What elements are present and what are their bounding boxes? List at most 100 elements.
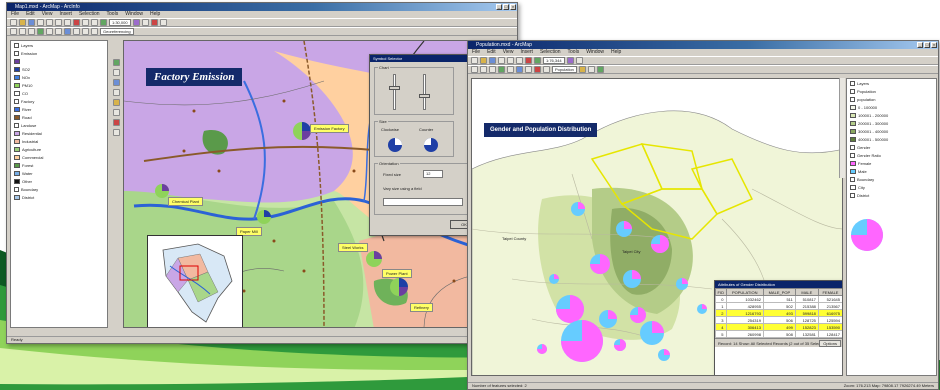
menu-view[interactable]: View	[503, 49, 514, 56]
command-line-icon[interactable]	[150, 19, 158, 26]
fixed-size-radio[interactable]: Fixed size	[383, 172, 401, 177]
size-input[interactable]: 12	[423, 170, 443, 178]
toc-item[interactable]: Female	[847, 159, 936, 167]
zoom-out-icon[interactable]	[19, 28, 26, 35]
toc-item[interactable]: 300001 - 400000	[847, 127, 936, 135]
full-extent-icon[interactable]	[498, 66, 505, 73]
font-icon[interactable]	[112, 109, 120, 116]
close-button[interactable]: ×	[510, 4, 516, 10]
layer-visibility-checkbox[interactable]	[14, 186, 19, 192]
copy-icon[interactable]	[55, 19, 62, 26]
toc-item[interactable]: Residential	[11, 129, 107, 137]
layer-visibility-checkbox[interactable]	[850, 144, 855, 150]
field-select[interactable]	[383, 198, 463, 206]
print-icon[interactable]	[37, 19, 44, 26]
cut-icon[interactable]	[507, 57, 514, 64]
delete-icon[interactable]	[73, 19, 80, 26]
add-data-icon[interactable]	[534, 57, 541, 64]
find-icon[interactable]	[534, 66, 541, 73]
toc-item[interactable]: Gender	[847, 143, 936, 151]
slider-thumb[interactable]	[419, 94, 430, 98]
factory-window-titlebar[interactable]: Map1.mxd - ArcMap - ArcInfo _ □ ×	[7, 3, 517, 11]
zoom-in-icon[interactable]	[10, 28, 17, 35]
chart-slider-1[interactable]	[393, 74, 396, 110]
toc-item[interactable]: District	[11, 193, 107, 201]
layer-visibility-checkbox[interactable]	[850, 176, 855, 182]
menu-edit[interactable]: Edit	[26, 11, 35, 18]
menu-help[interactable]: Help	[150, 11, 160, 18]
new-icon[interactable]	[10, 19, 17, 26]
chart-slider-2[interactable]	[423, 74, 426, 110]
map-vertical-scrollbar[interactable]	[839, 78, 845, 178]
table-row[interactable]: 2 1216793 493 599818 616975	[715, 309, 842, 317]
toc-item[interactable]: 400001 - 500000	[847, 135, 936, 143]
menu-edit[interactable]: Edit	[487, 49, 496, 56]
back-extent-icon[interactable]	[46, 28, 53, 35]
toc-item[interactable]: Road	[11, 113, 107, 121]
line-icon[interactable]	[112, 89, 120, 96]
column-header[interactable]: FID	[715, 288, 727, 296]
toc-item[interactable]: Agriculture	[11, 145, 107, 153]
editor-icon[interactable]	[132, 19, 140, 26]
toc-item[interactable]: Factory	[11, 97, 107, 105]
factory-map-canvas[interactable]: Factory Emission Emission Factory Chemic…	[123, 40, 516, 328]
menu-insert[interactable]: Insert	[520, 49, 533, 56]
toc-item[interactable]: Commercial	[11, 153, 107, 161]
toc-item[interactable]: NOx	[11, 73, 107, 81]
table-row[interactable]: 0 1032462 511 510817 521645	[715, 295, 842, 303]
save-icon[interactable]	[489, 57, 496, 64]
table-row[interactable]: 3 254319 506 128725 125594	[715, 316, 842, 324]
map-scale-select[interactable]: 1:76,344	[543, 57, 565, 64]
layer-select[interactable]: Population	[552, 66, 577, 73]
layer-visibility-checkbox[interactable]	[14, 122, 19, 128]
map-scale-select[interactable]: 1:30,000	[109, 19, 131, 26]
delete-icon[interactable]	[525, 57, 532, 64]
column-header[interactable]: MALE_POP	[762, 288, 796, 296]
select-features-icon[interactable]	[516, 66, 523, 73]
menu-selection[interactable]: Selection	[79, 11, 100, 18]
draw-icon[interactable]	[112, 59, 120, 66]
rotate-icon[interactable]	[112, 129, 120, 136]
layer-visibility-checkbox[interactable]	[14, 42, 19, 48]
save-icon[interactable]	[28, 19, 35, 26]
toc-item[interactable]: Gender Ratio	[847, 151, 936, 159]
options-button[interactable]: Options	[819, 340, 841, 347]
layer-visibility-checkbox[interactable]	[850, 96, 855, 102]
toc-item[interactable]: District	[847, 191, 936, 199]
measure-icon[interactable]	[543, 66, 550, 73]
zoom-out-icon[interactable]	[480, 66, 487, 73]
pan-icon[interactable]	[28, 28, 35, 35]
full-extent-icon[interactable]	[37, 28, 44, 35]
paste-icon[interactable]	[64, 19, 71, 26]
layer-visibility-checkbox[interactable]	[14, 50, 19, 56]
column-header[interactable]: FEMALE	[817, 288, 842, 296]
toc-item[interactable]: Boundary	[847, 175, 936, 183]
toc-item[interactable]: Layers	[11, 41, 107, 49]
georef-icon[interactable]	[112, 119, 120, 126]
toc-item[interactable]: City	[847, 183, 936, 191]
table-row[interactable]: 1 428955 502 215388 213567	[715, 302, 842, 310]
layer-visibility-checkbox[interactable]	[850, 192, 855, 198]
cut-icon[interactable]	[46, 19, 53, 26]
back-extent-icon[interactable]	[507, 66, 514, 73]
toc-item[interactable]: Boundary	[11, 185, 107, 193]
maximize-button[interactable]: □	[503, 4, 509, 10]
open-icon[interactable]	[19, 19, 26, 26]
column-header[interactable]: MALE	[794, 288, 819, 296]
toc-item[interactable]	[11, 57, 107, 65]
identify-icon[interactable]	[525, 66, 532, 73]
identify-icon[interactable]	[73, 28, 80, 35]
toc-item[interactable]: Other	[11, 177, 107, 185]
editor-icon[interactable]	[566, 57, 574, 64]
menu-file[interactable]: File	[11, 11, 19, 18]
measure-icon[interactable]	[91, 28, 98, 35]
toc-item[interactable]: Forest	[11, 161, 107, 169]
toc-item[interactable]: Industrial	[11, 137, 107, 145]
toc-item[interactable]: CO	[11, 89, 107, 97]
toc-item[interactable]: 0 - 100000	[847, 103, 936, 111]
table-row[interactable]: 4 306413 499 152823 153590	[715, 323, 842, 331]
toc-item[interactable]: PM10	[11, 81, 107, 89]
column-header[interactable]: POPULATION	[725, 288, 764, 296]
toc-item[interactable]: Male	[847, 167, 936, 175]
toc-item[interactable]: 100001 - 200000	[847, 111, 936, 119]
